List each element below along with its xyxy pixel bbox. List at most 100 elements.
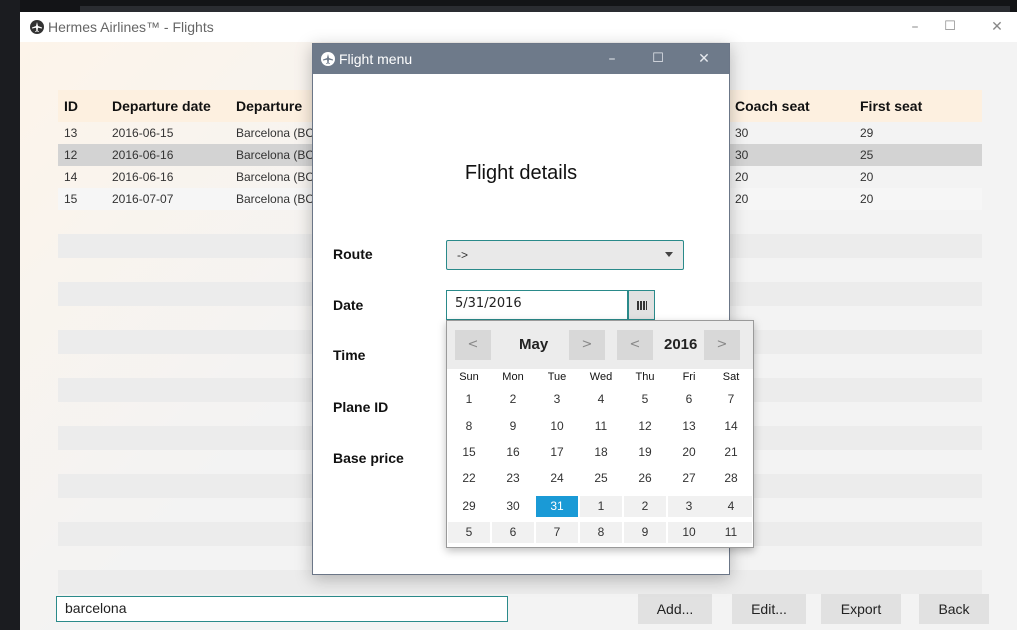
calendar-day[interactable]: 10: [536, 416, 578, 437]
column-header-first-seat[interactable]: First seat: [860, 98, 922, 114]
column-header-departure[interactable]: Departure: [236, 98, 302, 114]
calendar-day[interactable]: 26: [624, 468, 666, 489]
dialog-minimize-button[interactable]: –: [597, 48, 627, 70]
weekday-mon: Mon: [502, 371, 524, 383]
calendar-day[interactable]: 29: [448, 496, 490, 517]
date-input[interactable]: 5/31/2016: [446, 290, 628, 320]
dialog-titlebar[interactable]: Flight menu – ☐ ✕: [313, 44, 729, 74]
calendar-day[interactable]: 13: [668, 416, 710, 437]
chevron-down-icon: [665, 252, 673, 257]
calendar-day[interactable]: 2: [492, 389, 534, 410]
calendar-day[interactable]: 18: [580, 442, 622, 463]
cell-first-seat: 29: [860, 126, 874, 140]
cell-id: 15: [64, 192, 78, 206]
calendar-icon: [637, 301, 647, 310]
calendar-day[interactable]: 3: [536, 389, 578, 410]
calendar-month: May: [519, 336, 549, 353]
cell-coach-seat: 30: [735, 148, 749, 162]
calendar-day[interactable]: 20: [668, 442, 710, 463]
date-label: Date: [333, 297, 364, 313]
calendar-day[interactable]: 17: [536, 442, 578, 463]
export-button[interactable]: Export: [821, 594, 901, 624]
dialog-heading: Flight details: [464, 162, 578, 184]
calendar-day[interactable]: 28: [710, 468, 752, 489]
next-month-button[interactable]: >: [569, 330, 605, 360]
cell-coach-seat: 20: [735, 170, 749, 184]
search-input[interactable]: barcelona: [56, 596, 508, 622]
maximize-button[interactable]: ☐: [935, 16, 965, 38]
route-select[interactable]: ->: [446, 240, 684, 270]
date-picker-button[interactable]: [628, 290, 655, 320]
dialog-title: Flight menu: [339, 51, 413, 67]
column-header-id[interactable]: ID: [64, 98, 78, 114]
calendar-day[interactable]: 6: [668, 389, 710, 410]
weekday-thu: Thu: [635, 371, 655, 383]
calendar-day-next-month[interactable]: 11: [710, 522, 752, 543]
plane-id-label: Plane ID: [333, 399, 389, 415]
calendar-day-next-month[interactable]: 6: [492, 522, 534, 543]
calendar-header: < May > < 2016 >: [447, 321, 753, 369]
calendar-day-next-month[interactable]: 8: [580, 522, 622, 543]
next-year-button[interactable]: >: [704, 330, 740, 360]
cell-first-seat: 25: [860, 148, 874, 162]
calendar-day-next-month[interactable]: 1: [580, 496, 622, 517]
calendar-day[interactable]: 22: [448, 468, 490, 489]
calendar-day-next-month[interactable]: 3: [668, 496, 710, 517]
calendar-day-next-month[interactable]: 10: [668, 522, 710, 543]
calendar-day-next-month[interactable]: 4: [710, 496, 752, 517]
prev-month-button[interactable]: <: [455, 330, 491, 360]
calendar-day[interactable]: 24: [536, 468, 578, 489]
plane-icon: [321, 52, 335, 66]
calendar-day[interactable]: 1: [448, 389, 490, 410]
column-header-coach-seat[interactable]: Coach seat: [735, 98, 810, 114]
calendar-day[interactable]: 19: [624, 442, 666, 463]
calendar-day[interactable]: 9: [492, 416, 534, 437]
calendar-day[interactable]: 21: [710, 442, 752, 463]
weekday-sun: Sun: [459, 371, 479, 383]
prev-year-button[interactable]: <: [617, 330, 653, 360]
calendar-day-next-month[interactable]: 9: [624, 522, 666, 543]
calendar-day[interactable]: 27: [668, 468, 710, 489]
column-header-departure-date[interactable]: Departure date: [112, 98, 211, 114]
cell-first-seat: 20: [860, 192, 874, 206]
calendar-day-next-month[interactable]: 7: [536, 522, 578, 543]
calendar-day[interactable]: 23: [492, 468, 534, 489]
dialog-maximize-button[interactable]: ☐: [643, 48, 673, 70]
plane-icon: [30, 20, 44, 34]
weekday-sat: Sat: [722, 371, 740, 383]
weekday-tue: Tue: [547, 371, 567, 383]
calendar-day[interactable]: 8: [448, 416, 490, 437]
main-titlebar: Hermes Airlines™ - Flights – ☐ ✕: [20, 12, 1017, 42]
dialog-close-button[interactable]: ✕: [689, 48, 719, 70]
window-title: Hermes Airlines™ - Flights: [48, 19, 214, 35]
close-button[interactable]: ✕: [982, 16, 1012, 38]
cell-departure-date: 2016-06-16: [112, 148, 174, 162]
cell-id: 13: [64, 126, 78, 140]
calendar-day-next-month[interactable]: 5: [448, 522, 490, 543]
cell-id: 12: [64, 148, 78, 162]
calendar-day[interactable]: 12: [624, 416, 666, 437]
calendar-day[interactable]: 7: [710, 389, 752, 410]
calendar-day-selected[interactable]: 31: [536, 496, 578, 517]
back-button[interactable]: Back: [919, 594, 989, 624]
calendar-year: 2016: [664, 336, 698, 353]
time-label: Time: [333, 347, 366, 363]
cell-first-seat: 20: [860, 170, 874, 184]
minimize-button[interactable]: –: [900, 16, 930, 38]
calendar-day[interactable]: 14: [710, 416, 752, 437]
add-button[interactable]: Add...: [638, 594, 712, 624]
calendar-day[interactable]: 11: [580, 416, 622, 437]
calendar-day[interactable]: 30: [492, 496, 534, 517]
calendar-day[interactable]: 16: [492, 442, 534, 463]
calendar-day[interactable]: 4: [580, 389, 622, 410]
cell-id: 14: [64, 170, 78, 184]
calendar-day-next-month[interactable]: 2: [624, 496, 666, 517]
cell-departure-date: 2016-07-07: [112, 192, 174, 206]
calendar-day[interactable]: 25: [580, 468, 622, 489]
edit-button[interactable]: Edit...: [732, 594, 806, 624]
calendar-day[interactable]: 15: [448, 442, 490, 463]
weekday-fri: Fri: [682, 371, 696, 383]
cell-departure: Barcelona (BC: [236, 192, 315, 206]
calendar-day[interactable]: 5: [624, 389, 666, 410]
weekday-wed: Wed: [589, 371, 613, 383]
